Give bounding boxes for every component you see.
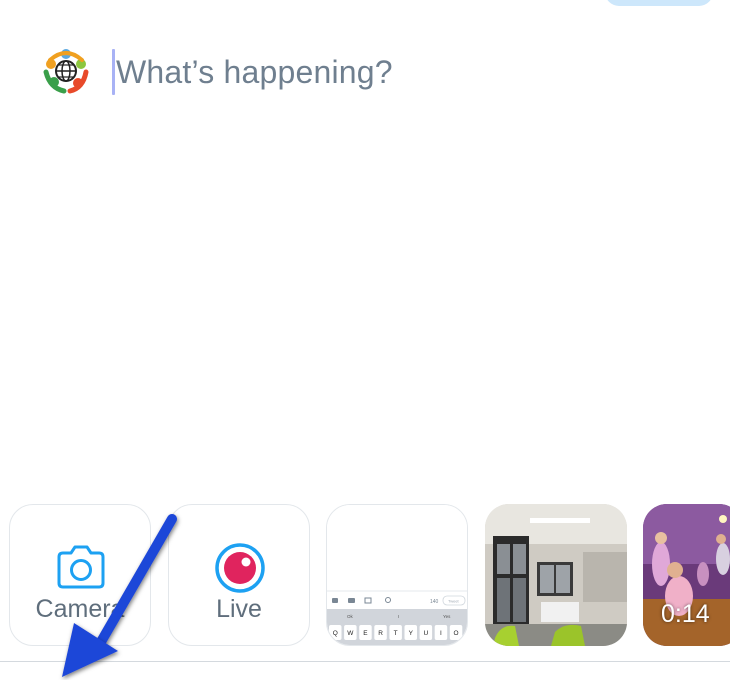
svg-text:Ok: Ok — [347, 614, 354, 619]
keyboard-key-label: I — [440, 630, 442, 637]
keyboard-key-label: Y — [409, 630, 414, 637]
svg-text:140: 140 — [430, 599, 439, 605]
svg-text:I: I — [398, 614, 399, 619]
svg-text:Tweet: Tweet — [448, 599, 460, 604]
photo-thumbnail-office[interactable] — [485, 504, 627, 646]
composer-placeholder: What’s happening? — [116, 53, 393, 90]
tweet-composer[interactable]: What’s happening? — [112, 48, 672, 96]
keyboard-key-label: W — [347, 630, 354, 637]
video-thumbnail[interactable]: 0:14 — [643, 504, 730, 646]
live-icon — [215, 543, 265, 593]
office-photo-image — [485, 504, 627, 646]
keyboard-key-label: Q — [333, 630, 338, 637]
avatar[interactable] — [40, 44, 92, 96]
video-duration: 0:14 — [661, 600, 710, 628]
text-cursor — [112, 49, 115, 95]
keyboard-key-label: E — [363, 630, 368, 637]
keyboard-key-label: T — [394, 630, 398, 637]
photo-thumbnail-screenshot[interactable]: 140 Tweet Ok I Yes Q W E R T Y U I O — [326, 504, 468, 646]
tweet-button-partial[interactable] — [605, 0, 713, 6]
svg-text:Yes: Yes — [443, 614, 451, 619]
live-label: Live — [216, 595, 262, 623]
keyboard-screenshot-image: 140 Tweet Ok I Yes Q W E R T Y U I O — [327, 505, 467, 645]
keyboard-key-label: R — [378, 630, 383, 637]
keyboard-key-label: U — [423, 630, 428, 637]
annotation-arrow-icon — [62, 514, 177, 677]
keyboard-key-label: O — [454, 630, 459, 637]
avatar-logo-icon — [43, 49, 89, 94]
